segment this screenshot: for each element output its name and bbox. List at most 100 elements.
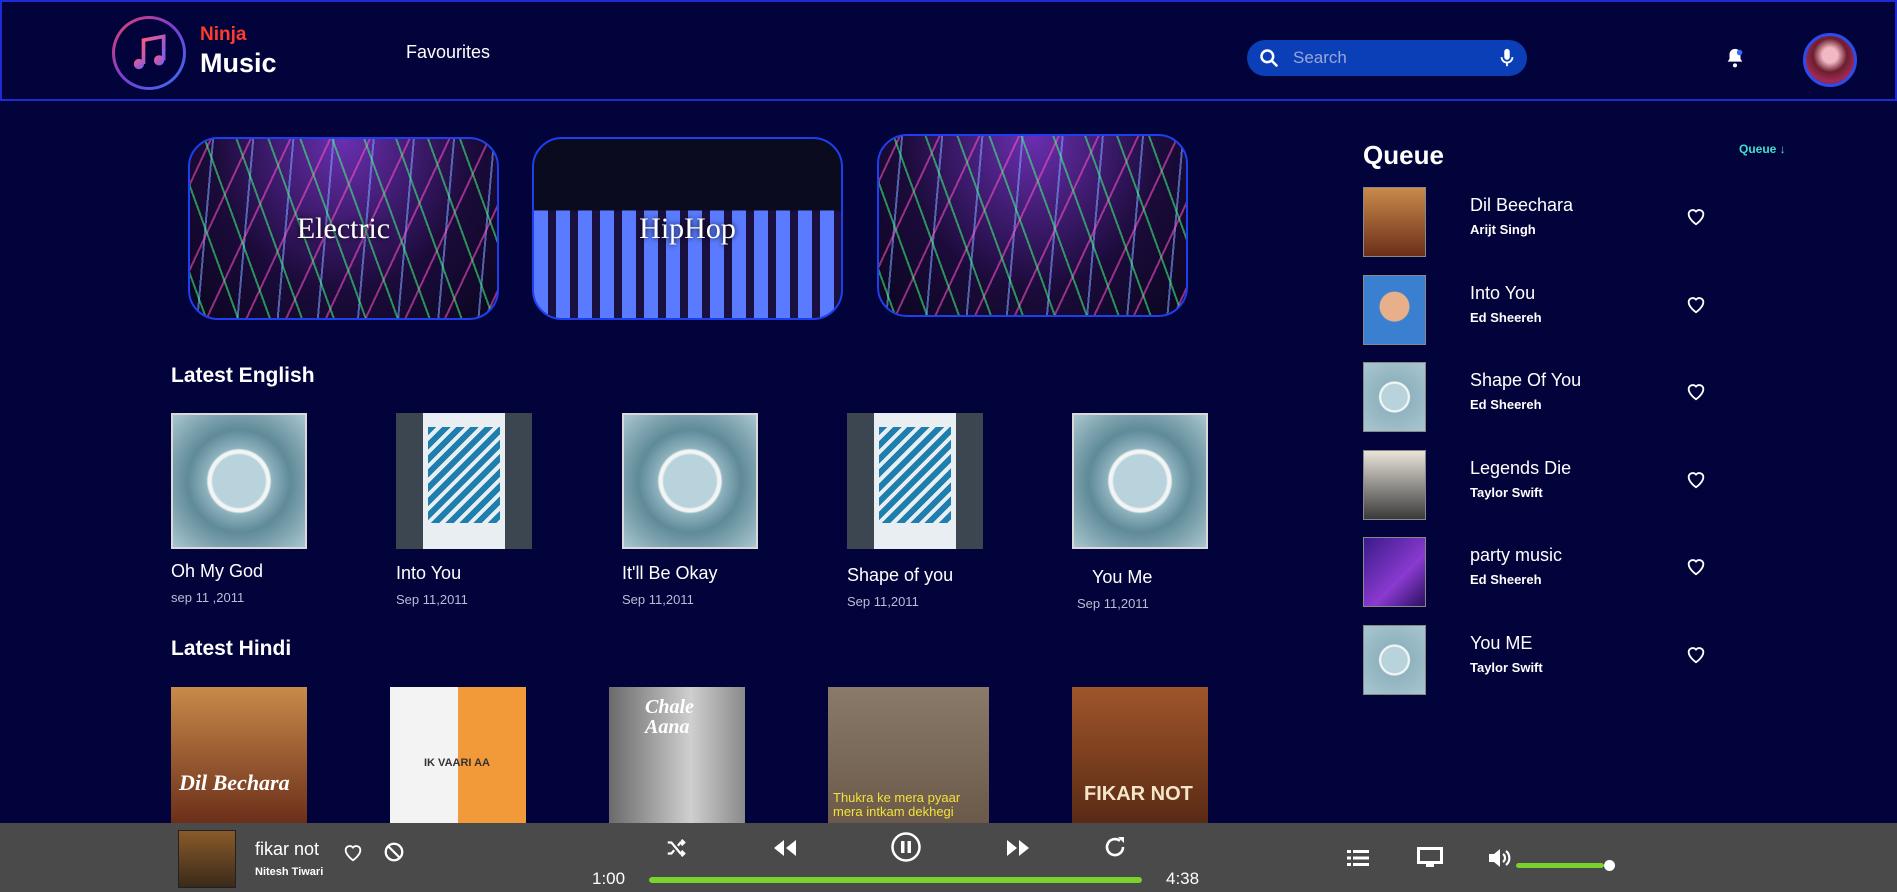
total-duration: 4:38 — [1166, 869, 1200, 888]
top-bar: Ninja Music Favourites — [0, 0, 1897, 101]
queue-song-title: Dil Beechara — [1470, 195, 1574, 215]
album-art-fikar-not[interactable]: FIKAR NOT — [1072, 687, 1208, 823]
queue-song-title: Shape Of You — [1470, 370, 1582, 390]
release-date: Sep 11,2011 — [847, 594, 919, 609]
genre-card-electric[interactable]: Electric — [188, 137, 499, 320]
queue-list-icon[interactable] — [1347, 848, 1369, 868]
release-date: Sep 11,2011 — [1077, 596, 1149, 611]
now-playing-artist: Nitesh Tiwari — [255, 866, 324, 878]
song-title: You Me — [1092, 567, 1153, 587]
song-title: Oh My God — [171, 561, 264, 581]
queue-artist: Ed Sheereh — [1470, 572, 1542, 587]
album-art — [847, 413, 983, 549]
queue-thumbnail — [1363, 625, 1426, 695]
microphone-icon[interactable] — [1499, 48, 1515, 68]
volume-slider[interactable] — [1516, 860, 1615, 871]
nav-favourites-link[interactable]: Favourites — [406, 42, 490, 63]
album-art — [396, 413, 532, 549]
song-card[interactable]: Shape of you Sep 11,2011 — [847, 413, 983, 609]
queue-song-title: You ME — [1470, 633, 1533, 653]
user-avatar[interactable] — [1803, 33, 1857, 87]
search-bar — [1247, 40, 1527, 76]
album-art-text: Dil Bechara — [179, 770, 290, 795]
queue-item[interactable]: You ME Taylor Swift — [1363, 625, 1763, 695]
queue-song-title: Into You — [1470, 283, 1536, 303]
heart-icon[interactable] — [1685, 555, 1707, 577]
album-art-text: IK VAARI AA — [424, 757, 490, 769]
queue-thumbnail — [1363, 537, 1426, 607]
volume-icon[interactable] — [1487, 847, 1513, 869]
genre-label: Electric — [296, 211, 391, 245]
repeat-icon[interactable] — [1103, 835, 1127, 859]
elapsed-time: 1:00 — [592, 869, 626, 888]
genre-label: HipHop — [639, 211, 736, 245]
queue-thumbnail — [1363, 450, 1426, 520]
album-art-chale-aana[interactable]: Chale Aana — [609, 687, 745, 823]
music-note-logo-icon[interactable] — [112, 16, 186, 90]
shuffle-icon[interactable] — [664, 837, 688, 859]
song-card[interactable]: It'll Be Okay Sep 11,2011 — [622, 413, 758, 607]
queue-item[interactable]: Into You Ed Sheereh — [1363, 275, 1763, 345]
queue-song-title: Legends Die — [1470, 458, 1572, 478]
album-art-thukra-ke[interactable]: Thukra ke mera pyaar mera intkam dekhegi — [828, 687, 989, 823]
search-input[interactable] — [1293, 48, 1493, 68]
block-icon[interactable] — [383, 841, 405, 863]
heart-icon[interactable] — [1685, 468, 1707, 490]
volume-fill — [1516, 863, 1605, 868]
album-art-text: Chale Aana — [645, 696, 694, 738]
song-card[interactable]: Oh My God sep 11 ,2011 — [171, 413, 307, 605]
player-bar: fikar not Nitesh Tiwari 1:00 4:38 — [0, 823, 1897, 892]
release-date: sep 11 ,2011 — [171, 590, 245, 605]
album-art — [171, 413, 307, 549]
genre-card[interactable] — [877, 134, 1188, 317]
queue-item[interactable]: Legends Die Taylor Swift — [1363, 450, 1763, 520]
song-title: It'll Be Okay — [622, 563, 718, 583]
heart-icon[interactable] — [342, 841, 364, 863]
progress-fill — [649, 877, 1142, 883]
queue-artist: Taylor Swift — [1470, 660, 1543, 675]
queue-thumbnail — [1363, 275, 1426, 345]
queue-thumbnail — [1363, 362, 1426, 432]
latest-hindi-heading: Latest Hindi — [171, 637, 292, 660]
brand-name-top: Ninja — [200, 24, 247, 45]
progress-bar[interactable] — [649, 877, 1142, 883]
queue-heading: Queue — [1363, 140, 1444, 170]
album-art — [1072, 413, 1208, 549]
queue-artist: Ed Sheereh — [1470, 397, 1542, 412]
search-icon[interactable] — [1259, 48, 1279, 68]
album-art-text: Thukra ke mera pyaar mera intkam dekhegi — [833, 790, 961, 819]
album-art-dil-bechara[interactable]: Dil Bechara — [171, 687, 307, 823]
queue-item[interactable]: Dil Beechara Arijt Singh — [1363, 187, 1763, 257]
heart-icon[interactable] — [1685, 380, 1707, 402]
song-title: Shape of you — [847, 565, 954, 585]
pause-icon[interactable] — [890, 831, 922, 863]
queue-toggle-link[interactable]: Queue ↓ — [1739, 142, 1786, 156]
brand-name-bottom: Music — [200, 48, 277, 78]
queue-artist: Ed Sheereh — [1470, 310, 1542, 325]
album-art-text: FIKAR NOT — [1084, 783, 1193, 805]
queue-artist: Arijt Singh — [1470, 222, 1536, 237]
volume-knob[interactable] — [1604, 860, 1615, 871]
queue-thumbnail — [1363, 187, 1426, 257]
queue-artist: Taylor Swift — [1470, 485, 1543, 500]
song-card[interactable]: You Me Sep 11,2011 — [1072, 413, 1208, 611]
notification-bell-icon[interactable] — [1724, 46, 1746, 75]
latest-english-heading: Latest English — [171, 364, 315, 387]
heart-icon[interactable] — [1685, 205, 1707, 227]
genre-card-hiphop[interactable]: HipHop — [532, 137, 843, 320]
device-monitor-icon[interactable] — [1417, 847, 1443, 869]
release-date: Sep 11,2011 — [396, 592, 468, 607]
heart-icon[interactable] — [1685, 643, 1707, 665]
rewind-icon[interactable] — [771, 838, 797, 858]
album-art — [622, 413, 758, 549]
release-date: Sep 11,2011 — [622, 592, 694, 607]
heart-icon[interactable] — [1685, 293, 1707, 315]
queue-item[interactable]: party music Ed Sheereh — [1363, 537, 1763, 607]
song-card[interactable]: Into You Sep 11,2011 — [396, 413, 532, 607]
album-art-ik-vaari-aa[interactable]: IK VAARI AA — [390, 687, 526, 823]
queue-song-title: party music — [1470, 545, 1563, 565]
fast-forward-icon[interactable] — [1006, 838, 1032, 858]
now-playing-art — [178, 830, 236, 888]
queue-item[interactable]: Shape Of You Ed Sheereh — [1363, 362, 1763, 432]
now-playing-title: fikar not — [255, 839, 320, 859]
